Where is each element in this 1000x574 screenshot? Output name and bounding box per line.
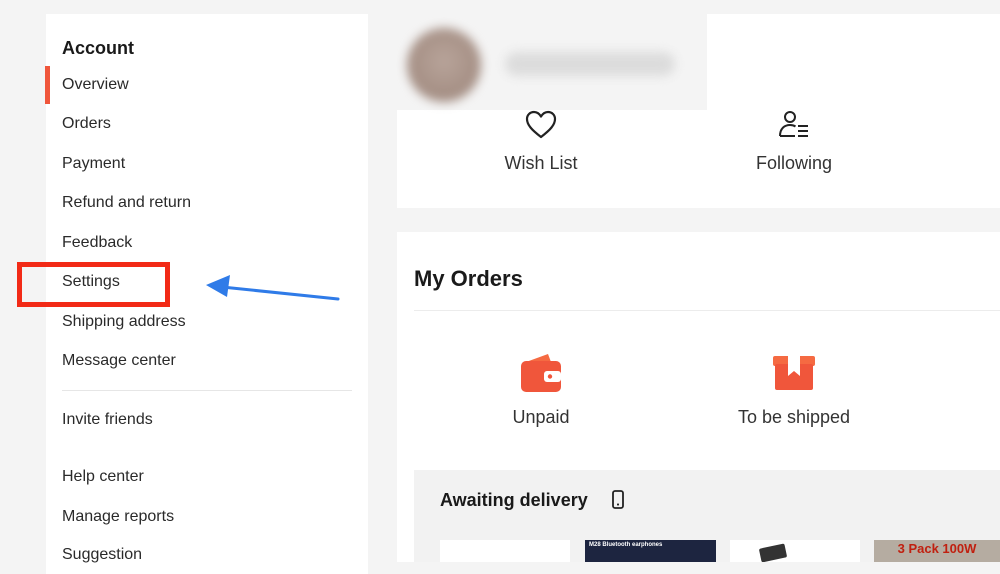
annotation-arrow xyxy=(206,275,340,301)
